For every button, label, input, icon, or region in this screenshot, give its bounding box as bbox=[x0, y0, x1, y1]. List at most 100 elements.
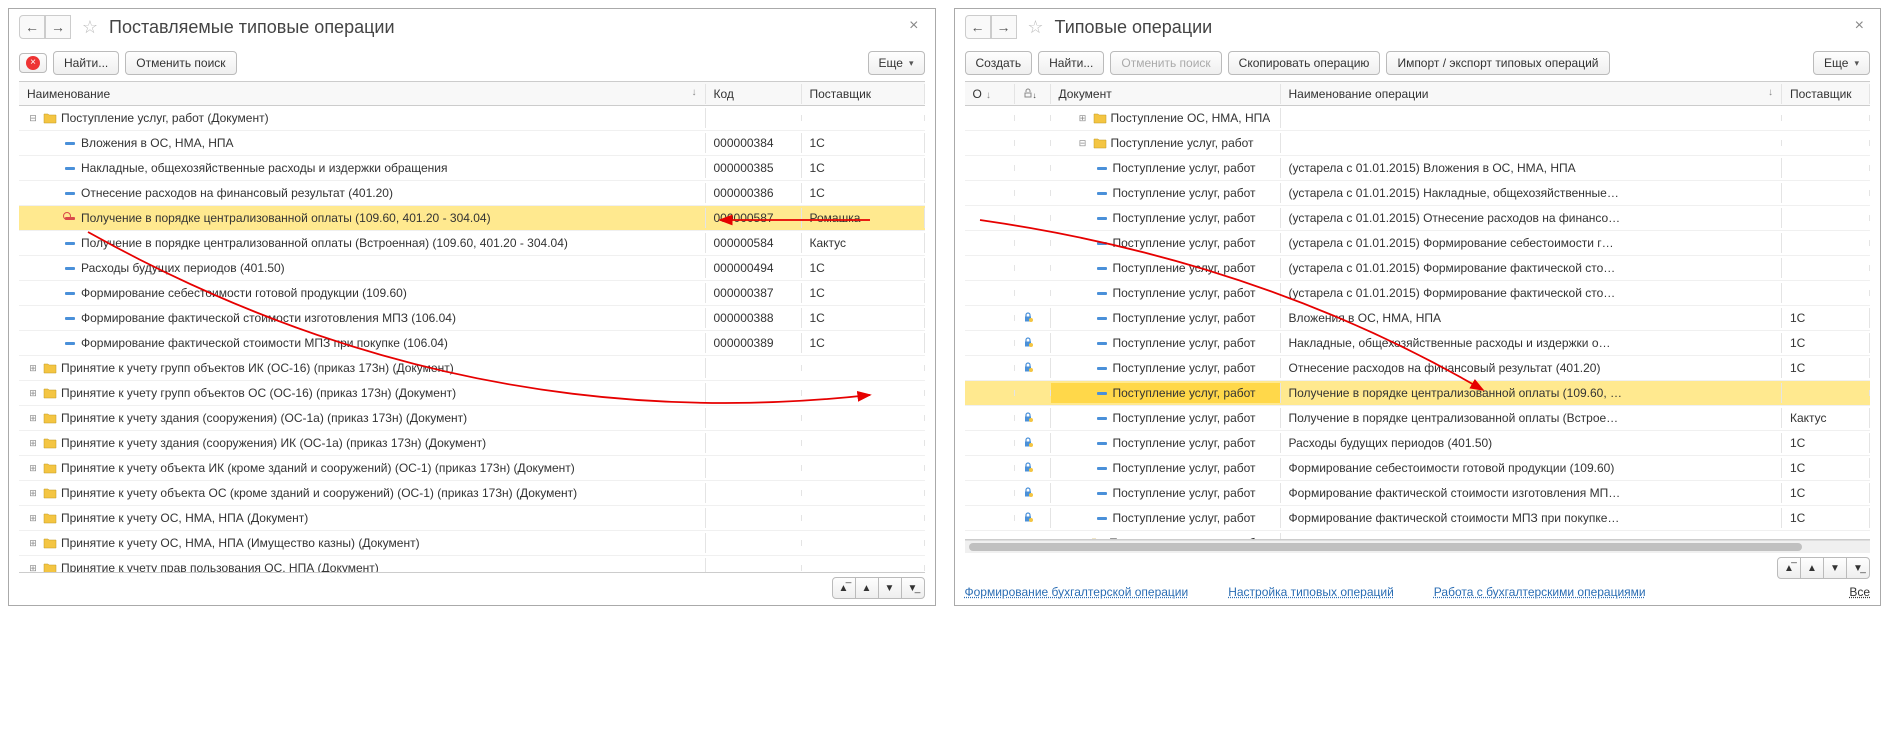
col-supplier[interactable]: Поставщик bbox=[802, 84, 925, 104]
col-sort[interactable]: О bbox=[965, 84, 1015, 104]
link-form-operation[interactable]: Формирование бухгалтерской операции bbox=[965, 585, 1189, 599]
row-code bbox=[706, 390, 802, 396]
clear-button[interactable]: × bbox=[19, 53, 47, 73]
expand-icon[interactable]: ⊞ bbox=[1077, 538, 1088, 540]
horizontal-scrollbar[interactable] bbox=[965, 540, 1871, 553]
more-button[interactable]: Еще bbox=[1813, 51, 1870, 75]
table-row[interactable]: Поступление услуг, работ(устарела с 01.0… bbox=[965, 256, 1871, 281]
table-row[interactable]: ⊞Принятие к учету ОС, НМА, НПА (Имуществ… bbox=[19, 531, 925, 556]
scroll-down-button[interactable]: ▼ bbox=[1823, 557, 1847, 579]
table-row[interactable]: ⊞Принятие к учету объекта ОС (кроме здан… bbox=[19, 481, 925, 506]
table-row[interactable]: Поступление услуг, работФормирование фак… bbox=[965, 481, 1871, 506]
scroll-bottom-button[interactable]: ▼̲ bbox=[901, 577, 925, 599]
table-row[interactable]: Формирование фактической стоимости изгот… bbox=[19, 306, 925, 331]
col-code[interactable]: Код bbox=[706, 84, 802, 104]
more-button[interactable]: Еще bbox=[868, 51, 925, 75]
collapse-icon[interactable]: ⊟ bbox=[1077, 138, 1089, 149]
close-icon[interactable]: × bbox=[903, 15, 924, 37]
scroll-bottom-button[interactable]: ▼̲ bbox=[1846, 557, 1870, 579]
expand-icon[interactable]: ⊞ bbox=[27, 538, 39, 549]
cancel-search-button[interactable]: Отменить поиск bbox=[125, 51, 236, 75]
close-icon[interactable]: × bbox=[1849, 15, 1870, 37]
table-row[interactable]: ⊞Принятие к учету здания (сооружения) ИК… bbox=[19, 431, 925, 456]
scroll-top-button[interactable]: ▲̅ bbox=[1777, 557, 1801, 579]
expand-icon[interactable]: ⊞ bbox=[27, 513, 39, 524]
expand-icon[interactable]: ⊞ bbox=[1077, 113, 1089, 124]
scroll-top-button[interactable]: ▲̅ bbox=[832, 577, 856, 599]
table-row[interactable]: Поступление услуг, работНакладные, общех… bbox=[965, 331, 1871, 356]
import-export-button[interactable]: Импорт / экспорт типовых операций bbox=[1386, 51, 1609, 75]
table-row[interactable]: ⊞Принятие к учету ОС, НМА, НПА (Документ… bbox=[19, 506, 925, 531]
expand-icon[interactable]: ⊞ bbox=[27, 563, 39, 573]
table-row[interactable]: Поступление услуг, работПолучение в поря… bbox=[965, 381, 1871, 406]
table-row[interactable]: Получение в порядке централизованной опл… bbox=[19, 206, 925, 231]
table-row[interactable]: Поступление услуг, работФормирование фак… bbox=[965, 506, 1871, 531]
table-row[interactable]: Поступление услуг, работ(устарела с 01.0… bbox=[965, 206, 1871, 231]
link-setup-operations[interactable]: Настройка типовых операций bbox=[1228, 585, 1394, 599]
expand-icon[interactable]: ⊞ bbox=[27, 413, 39, 424]
all-label[interactable]: Все bbox=[1849, 585, 1870, 599]
row-name: Поступление услуг, работ (Документ) bbox=[61, 111, 269, 125]
col-lock[interactable]: ↓ bbox=[1015, 84, 1051, 104]
table-row[interactable]: ⊞Принятие к учету прав пользования ОС, Н… bbox=[19, 556, 925, 572]
table-row[interactable]: Поступление услуг, работ(устарела с 01.0… bbox=[965, 281, 1871, 306]
table-row[interactable]: Поступление услуг, работФормирование себ… bbox=[965, 456, 1871, 481]
table-row[interactable]: ⊞Принятие к учету групп объектов ОС (ОС-… bbox=[19, 381, 925, 406]
table-row[interactable]: Формирование себестоимости готовой проду… bbox=[19, 281, 925, 306]
table-row[interactable]: Получение в порядке централизованной опл… bbox=[19, 231, 925, 256]
table-row[interactable]: ⊞Принятие к учету здания (сооружения) (О… bbox=[19, 406, 925, 431]
link-work-operations[interactable]: Работа с бухгалтерскими операциями bbox=[1434, 585, 1646, 599]
col-supplier[interactable]: Поставщик bbox=[1782, 84, 1870, 104]
table-row[interactable]: ⊞Принятие к учету групп объект… bbox=[965, 531, 1871, 539]
table-row[interactable]: Поступление услуг, работВложения в ОС, Н… bbox=[965, 306, 1871, 331]
copy-operation-button[interactable]: Скопировать операцию bbox=[1228, 51, 1381, 75]
col-name[interactable]: Наименование↓ bbox=[19, 84, 706, 104]
collapse-icon[interactable]: ⊟ bbox=[27, 113, 39, 124]
table-row[interactable]: ⊟Поступление услуг, работ bbox=[965, 131, 1871, 156]
expand-icon[interactable]: ⊞ bbox=[27, 488, 39, 499]
row-name: Формирование фактической стоимости изгот… bbox=[81, 311, 456, 325]
scroll-up-button[interactable]: ▲ bbox=[1800, 557, 1824, 579]
row-operation bbox=[1281, 140, 1783, 146]
col-operation[interactable]: Наименование операции↓ bbox=[1281, 84, 1783, 104]
table-row[interactable]: Вложения в ОС, НМА, НПА0000003841С bbox=[19, 131, 925, 156]
table-row[interactable]: Накладные, общехозяйственные расходы и и… bbox=[19, 156, 925, 181]
star-icon[interactable]: ☆ bbox=[1025, 16, 1047, 38]
find-button[interactable]: Найти... bbox=[1038, 51, 1104, 75]
table-row[interactable]: Расходы будущих периодов (401.50)0000004… bbox=[19, 256, 925, 281]
expand-icon[interactable]: ⊞ bbox=[27, 388, 39, 399]
sort-arrow-icon: ↓ bbox=[692, 87, 697, 98]
table-row[interactable]: ⊟ Поступление услуг, работ (Документ) bbox=[19, 106, 925, 131]
table-row[interactable]: ⊞Принятие к учету объекта ИК (кроме здан… bbox=[19, 456, 925, 481]
star-icon[interactable]: ☆ bbox=[79, 16, 101, 38]
table-row[interactable]: Поступление услуг, работОтнесение расход… bbox=[965, 356, 1871, 381]
scroll-up-button[interactable]: ▲ bbox=[855, 577, 879, 599]
create-button[interactable]: Создать bbox=[965, 51, 1033, 75]
expand-icon[interactable]: ⊞ bbox=[27, 363, 39, 374]
lock-cell bbox=[1015, 240, 1051, 246]
table-row[interactable]: Поступление услуг, работ(устарела с 01.0… bbox=[965, 231, 1871, 256]
table-row[interactable]: Отнесение расходов на финансовый результ… bbox=[19, 181, 925, 206]
table-row[interactable]: Поступление услуг, работПолучение в поря… bbox=[965, 406, 1871, 431]
table-row[interactable]: Поступление услуг, работРасходы будущих … bbox=[965, 431, 1871, 456]
find-button[interactable]: Найти... bbox=[53, 51, 119, 75]
scroll-down-button[interactable]: ▼ bbox=[878, 577, 902, 599]
table-row[interactable]: ⊞Принятие к учету групп объектов ИК (ОС-… bbox=[19, 356, 925, 381]
expand-icon[interactable]: ⊞ bbox=[27, 463, 39, 474]
row-doc: Поступление ОС, НМА, НПА bbox=[1111, 111, 1271, 125]
row-supplier bbox=[802, 440, 925, 446]
table-row[interactable]: ⊞ Поступление ОС, НМА, НПА bbox=[965, 106, 1871, 131]
row-supplier: 1С bbox=[802, 158, 925, 178]
expand-icon[interactable]: ⊞ bbox=[27, 438, 39, 449]
nav-back-button[interactable]: ← bbox=[965, 15, 991, 39]
table-row[interactable]: Поступление услуг, работ(устарела с 01.0… bbox=[965, 181, 1871, 206]
nav-forward-button[interactable]: → bbox=[45, 15, 71, 39]
row-supplier: 1С bbox=[802, 183, 925, 203]
lock-cell bbox=[1015, 458, 1051, 478]
col-document[interactable]: Документ bbox=[1051, 84, 1281, 104]
lock-icon bbox=[1023, 511, 1033, 525]
table-row[interactable]: Формирование фактической стоимости МПЗ п… bbox=[19, 331, 925, 356]
nav-forward-button[interactable]: → bbox=[991, 15, 1017, 39]
table-row[interactable]: Поступление услуг, работ(устарела с 01.0… bbox=[965, 156, 1871, 181]
nav-back-button[interactable]: ← bbox=[19, 15, 45, 39]
